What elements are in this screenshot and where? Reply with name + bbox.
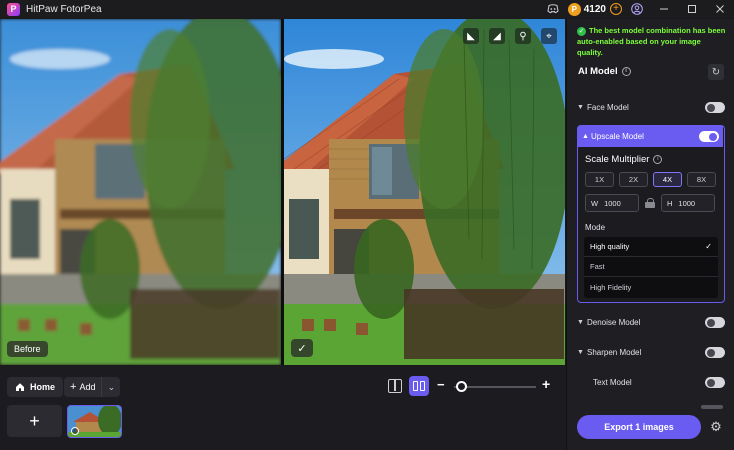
mode-dropdown: High quality ✓ Fast High Fidelity xyxy=(584,237,718,298)
credits-count: 4120 xyxy=(583,3,606,15)
zoom-out-button[interactable]: − xyxy=(437,377,445,392)
face-model-label: Face Model xyxy=(587,102,629,112)
coin-icon: P xyxy=(567,2,581,16)
mode-option-label: Fast xyxy=(590,262,605,271)
text-model-label: Text Model xyxy=(593,377,632,387)
upscale-model-section: ▲ Upscale Model Scale Multiplier i 1X 2X… xyxy=(577,125,725,303)
mode-option-label: High quality xyxy=(590,242,630,251)
more-models-toggle-hint xyxy=(701,405,723,409)
mode-option-high-fidelity[interactable]: High Fidelity xyxy=(584,277,718,297)
add-main-button[interactable]: + Add xyxy=(64,377,103,397)
gear-icon[interactable]: ⚙ xyxy=(708,419,724,435)
thumbnail-status-icon xyxy=(71,427,79,435)
info-icon[interactable]: i xyxy=(653,155,663,164)
before-label: Before xyxy=(7,341,48,357)
zoom-slider-handle[interactable] xyxy=(456,381,467,392)
caret-right-icon: ▼ xyxy=(577,103,584,111)
multiplier-options: 1X 2X 4X 8X xyxy=(585,172,716,187)
auto-enabled-notice: ✓ The best model combination has been aut… xyxy=(577,25,727,58)
multiplier-2x[interactable]: 2X xyxy=(619,172,648,187)
add-button[interactable]: + Add ⌄ xyxy=(64,377,121,397)
face-model-row[interactable]: ▼ Face Model xyxy=(577,97,725,117)
add-image-tile[interactable]: + xyxy=(7,405,62,437)
discord-icon[interactable] xyxy=(546,2,560,16)
ai-model-title: AI Model i xyxy=(578,66,631,77)
settings-panel: ✓ The best model combination has been aut… xyxy=(566,19,734,450)
app-title: HitPaw FotorPea xyxy=(26,3,102,15)
before-photo xyxy=(0,19,281,365)
mode-label: Mode xyxy=(585,223,606,232)
check-circle-icon: ✓ xyxy=(577,27,586,36)
caret-up-icon: ▲ xyxy=(582,133,589,140)
mode-option-label: High Fidelity xyxy=(590,282,632,292)
title-bar: P HitPaw FotorPea P 4120 + xyxy=(0,0,734,18)
after-check-badge: ✓ xyxy=(291,339,313,357)
after-image-pane[interactable]: ◣ ◢ ⚲ ⌖ ✓ xyxy=(284,19,565,365)
maximize-button[interactable] xyxy=(678,0,706,18)
multiplier-1x[interactable]: 1X xyxy=(585,172,614,187)
export-button[interactable]: Export 1 images xyxy=(577,415,701,439)
height-value: 1000 xyxy=(678,198,696,208)
split-icon[interactable]: ◢ xyxy=(489,28,505,44)
after-photo xyxy=(284,19,565,365)
upscale-model-label: Upscale Model xyxy=(591,132,644,141)
add-credits-icon[interactable]: + xyxy=(610,3,622,15)
scale-multiplier-text: Scale Multiplier xyxy=(585,154,650,165)
width-label: W xyxy=(591,198,599,208)
sharpen-model-label: Sharpen Model xyxy=(587,347,642,357)
caret-right-icon: ▼ xyxy=(577,318,584,326)
caret-down-icon: ▼ xyxy=(577,348,584,356)
multiplier-8x[interactable]: 8X xyxy=(687,172,716,187)
multiplier-4x[interactable]: 4X xyxy=(653,172,682,187)
denoise-model-row[interactable]: ▼ Denoise Model xyxy=(577,312,725,332)
text-model-row[interactable]: Text Model xyxy=(577,372,725,392)
title-bar-controls: P 4120 + xyxy=(546,0,734,18)
image-thumbnail[interactable] xyxy=(67,405,122,438)
height-field[interactable]: H 1000 xyxy=(661,194,715,212)
split-view-icon[interactable] xyxy=(388,379,402,393)
checkmark-icon: ✓ xyxy=(705,242,712,251)
chevron-down-icon[interactable]: ⌄ xyxy=(102,382,120,393)
upscale-model-header[interactable]: ▲ Upscale Model xyxy=(578,126,723,147)
text-model-toggle[interactable] xyxy=(705,377,725,388)
sharpen-model-row[interactable]: ▼ Sharpen Model xyxy=(577,342,725,362)
crop-icon[interactable]: ⌖ xyxy=(541,28,557,44)
dimension-row: W 1000 H 1000 xyxy=(585,194,715,212)
notice-text: The best model combination has been auto… xyxy=(577,26,726,57)
zoom-in-button[interactable]: + xyxy=(542,376,550,392)
credits-display[interactable]: P 4120 + xyxy=(567,2,622,16)
denoise-model-label: Denoise Model xyxy=(587,317,641,327)
close-button[interactable] xyxy=(706,0,734,18)
lock-icon[interactable] xyxy=(645,198,655,208)
home-icon xyxy=(16,383,24,391)
reset-icon[interactable]: ↻ xyxy=(708,64,724,80)
info-icon[interactable]: i xyxy=(621,67,631,76)
image-toolbar: ◣ ◢ ⚲ ⌖ xyxy=(463,28,557,44)
home-label: Home xyxy=(30,382,56,392)
height-label: H xyxy=(667,198,673,208)
width-field[interactable]: W 1000 xyxy=(585,194,639,212)
sharpen-model-toggle[interactable] xyxy=(705,347,725,358)
bottom-bar: Home + Add ⌄ − + + xyxy=(0,366,566,450)
denoise-model-toggle[interactable] xyxy=(705,317,725,328)
zoom-icon[interactable]: ⚲ xyxy=(515,28,531,44)
plus-icon: + xyxy=(70,381,77,393)
compare-icon[interactable]: ◣ xyxy=(463,28,479,44)
side-by-side-view-button[interactable] xyxy=(409,376,429,396)
ai-model-title-text: AI Model xyxy=(578,66,618,77)
before-image-pane[interactable]: Before xyxy=(0,19,281,365)
upscale-model-toggle[interactable] xyxy=(699,131,719,142)
mode-option-high-quality[interactable]: High quality ✓ xyxy=(584,237,718,257)
face-model-toggle[interactable] xyxy=(705,102,725,113)
add-label: Add xyxy=(79,382,96,392)
home-button[interactable]: Home xyxy=(7,377,64,397)
app-logo-icon: P xyxy=(7,2,20,16)
scale-multiplier-title: Scale Multiplier i xyxy=(585,154,663,165)
mode-option-fast[interactable]: Fast xyxy=(584,257,718,277)
width-value: 1000 xyxy=(604,198,621,208)
account-icon[interactable] xyxy=(630,2,644,16)
minimize-button[interactable] xyxy=(650,0,678,18)
